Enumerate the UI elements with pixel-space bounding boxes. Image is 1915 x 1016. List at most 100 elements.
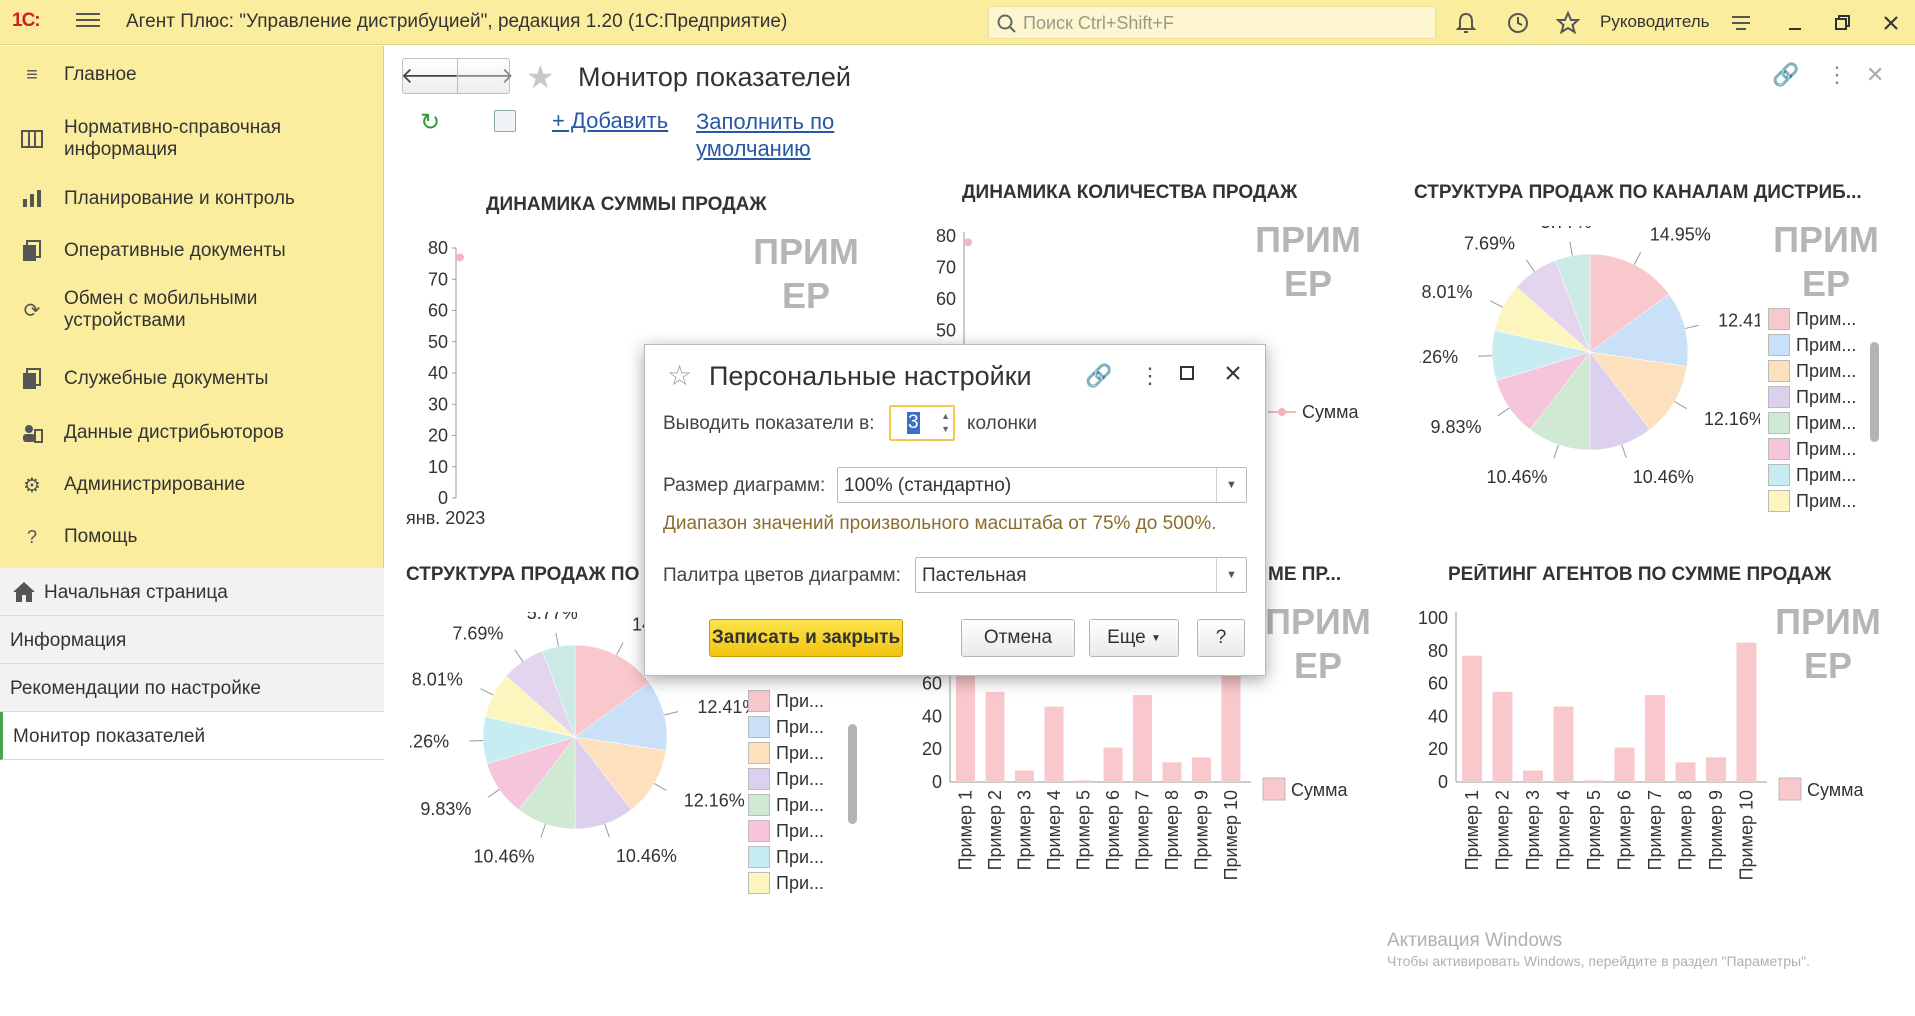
history-icon[interactable]	[1505, 10, 1531, 36]
more-icon[interactable]: ⋮	[1826, 62, 1848, 88]
bar	[1044, 706, 1064, 782]
y-tick-label: 40	[1428, 706, 1448, 726]
current-user[interactable]: Руководитель	[1600, 12, 1710, 32]
fill-default-link[interactable]: Заполнить по умолчанию	[696, 108, 896, 162]
cancel-button[interactable]: Отмена	[961, 619, 1075, 657]
forward-button[interactable]: 🡒	[455, 59, 514, 93]
chart-title: СТРУКТУРА ПРОДАЖ ПО КАНАЛАМ ДИСТРИБ...	[1414, 182, 1862, 203]
section-label: Нормативно-справочная информация	[64, 117, 282, 160]
help-icon: ?	[26, 526, 37, 547]
add-link[interactable]: + Добавить	[552, 108, 668, 134]
legend-label: При...	[776, 872, 825, 893]
legend-scrollbar[interactable]	[846, 688, 858, 896]
section-main[interactable]: ≡ Главное	[0, 60, 384, 90]
data-label: 8.01%	[412, 670, 463, 690]
section-help[interactable]: ? Помощь	[0, 522, 384, 552]
section-distributors[interactable]: Данные дистрибьюторов	[0, 418, 384, 448]
search-input[interactable]: Поиск Ctrl+Shift+F	[988, 6, 1436, 39]
bell-icon[interactable]	[1453, 10, 1479, 36]
legend-label: При...	[776, 820, 825, 841]
data-label: 8.26%	[1420, 347, 1458, 367]
x-tick-label: Пример 1	[956, 790, 976, 870]
chart-title: РЕЙТИНГ АГЕНТОВ ПО СУММЕ ПРОДАЖ	[1448, 564, 1832, 585]
restore-icon[interactable]	[1830, 10, 1856, 36]
link-icon[interactable]: 🔗	[1772, 62, 1799, 88]
legend-item: Прим...	[1768, 358, 1856, 384]
more-button[interactable]: Еще ▼	[1089, 619, 1179, 657]
favorite-star-icon[interactable]: ☆	[667, 359, 692, 392]
favorites-star-icon[interactable]	[1555, 10, 1581, 36]
minimize-icon[interactable]	[1782, 10, 1808, 36]
label-leader	[616, 642, 624, 656]
legend-swatch	[1768, 438, 1790, 460]
refresh-icon[interactable]: ↻	[420, 108, 440, 137]
palette-select[interactable]: Пастельная ▼	[915, 557, 1247, 593]
y-tick-label: 70	[428, 269, 448, 289]
data-label: 5.77%	[527, 612, 578, 623]
distributors-icon	[18, 419, 46, 447]
help-button[interactable]: ?	[1197, 619, 1245, 657]
favorite-star-icon[interactable]: ★	[526, 58, 555, 96]
label-leader	[1497, 407, 1510, 417]
spin-arrows-icon[interactable]: ▲ ▼	[941, 410, 950, 436]
bar	[1492, 691, 1513, 782]
chevron-down-icon[interactable]: ▼	[1216, 468, 1246, 502]
legend-label: Прим...	[1796, 386, 1857, 407]
chart-title: СТРУКТУРА ПРОДАЖ ПО	[406, 564, 640, 585]
x-tick-label: Пример 1	[1462, 790, 1482, 870]
size-select[interactable]: 100% (стандартно) ▼	[837, 467, 1247, 503]
bar	[1706, 757, 1726, 782]
x-tick-label: Пример 9	[1192, 790, 1212, 870]
label-leader	[555, 632, 559, 647]
navigation-buttons: 🡐 🡒	[401, 58, 514, 94]
section-planning[interactable]: Планирование и контроль	[0, 184, 384, 214]
x-tick-label: Пример 7	[1133, 790, 1153, 870]
section-operations[interactable]: Оперативные документы	[0, 236, 384, 266]
example-watermark: ПРИМ ЕР	[1773, 219, 1879, 304]
legend-swatch	[1768, 490, 1790, 512]
back-button[interactable]: 🡐	[401, 59, 460, 93]
legend-label: Прим...	[1796, 464, 1857, 485]
section-label: Главное	[64, 64, 137, 85]
legend-swatch	[1768, 334, 1790, 356]
palette-value: Пастельная	[922, 565, 1027, 586]
open-window-recommendations[interactable]: Рекомендации по настройке	[0, 664, 384, 712]
maximize-icon[interactable]	[1179, 361, 1195, 387]
bar	[1192, 757, 1211, 782]
open-window-monitor[interactable]: Монитор показателей	[0, 712, 384, 760]
section-catalogs[interactable]: Нормативно-справочная информация	[0, 114, 384, 164]
legend-item: При...	[748, 766, 824, 792]
chevron-down-icon[interactable]: ▼	[1216, 558, 1246, 592]
section-label: Обмен с мобильными устройствами	[64, 288, 258, 331]
open-window-home[interactable]: Начальная страница	[0, 568, 384, 616]
more-icon[interactable]: ⋮	[1139, 363, 1161, 389]
columns-stepper[interactable]: 3 ▲ ▼	[889, 405, 955, 441]
section-label: Администрирование	[64, 474, 246, 495]
settings-menu-icon[interactable]	[1728, 10, 1754, 36]
data-label: 8.01%	[1421, 282, 1472, 302]
close-window-icon[interactable]	[1878, 10, 1904, 36]
open-window-info[interactable]: Информация	[0, 616, 384, 664]
data-label: 10.46%	[1486, 467, 1547, 487]
bar	[1675, 762, 1696, 782]
save-and-close-button[interactable]: Записать и закрыть	[709, 619, 903, 657]
legend-label: При...	[776, 846, 825, 867]
legend-scrollbar[interactable]	[1868, 306, 1880, 514]
link-icon[interactable]: 🔗	[1085, 363, 1112, 389]
x-tick-label: Пример 9	[1706, 790, 1726, 870]
section-label: Планирование и контроль	[64, 188, 295, 209]
columns-label: Выводить показатели в:	[663, 413, 875, 434]
close-page-icon[interactable]: ✕	[1866, 62, 1884, 88]
close-icon[interactable]	[1225, 361, 1241, 387]
section-mobile-exchange[interactable]: ⟳ Обмен с мобильными устройствами	[0, 284, 384, 336]
section-administration[interactable]: ⚙ Администрирование	[0, 470, 384, 500]
sync-icon: ⟳	[23, 299, 41, 322]
y-tick-label: 30	[428, 394, 448, 414]
page-title: Монитор показателей	[578, 62, 851, 92]
y-tick-label: 80	[1428, 641, 1448, 661]
personal-settings-dialog: ☆ Персональные настройки 🔗 ⋮ Выводить по…	[644, 344, 1266, 676]
section-service-docs[interactable]: Служебные документы	[0, 364, 384, 394]
settings-icon[interactable]	[494, 110, 516, 132]
main-menu-icon[interactable]	[76, 9, 100, 33]
legend-label: Прим...	[1796, 308, 1857, 329]
